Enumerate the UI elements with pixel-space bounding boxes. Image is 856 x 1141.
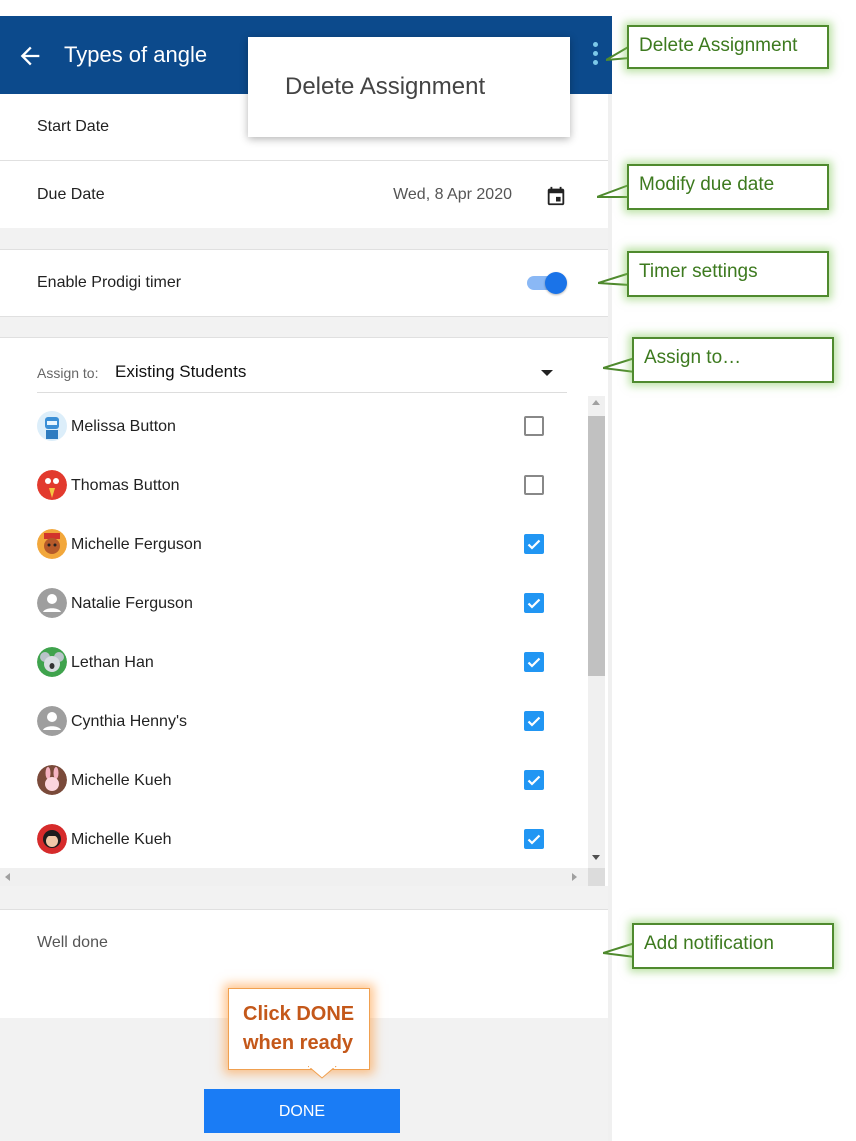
scrollbar-thumb[interactable]	[588, 416, 605, 676]
scrollbar-corner	[588, 868, 605, 886]
callout-add-notification: Add notification	[632, 923, 834, 969]
girl-avatar	[37, 824, 67, 854]
more-vert-icon[interactable]	[586, 38, 604, 74]
student-name: Michelle Ferguson	[71, 536, 202, 553]
callout-text-line2: when ready	[243, 1032, 354, 1054]
list-item[interactable]: Lethan Han	[0, 632, 588, 690]
check-icon	[527, 539, 541, 550]
callout-text-line1: Click DONE	[243, 1003, 355, 1025]
scroll-up-icon[interactable]	[592, 400, 600, 405]
due-date-value: Wed, 8 Apr 2020	[393, 186, 512, 203]
assign-to-select[interactable]: Existing Students	[115, 362, 246, 382]
list-item[interactable]: Natalie Ferguson	[0, 573, 588, 631]
select-underline	[37, 392, 567, 393]
assign-to-label: Assign to:	[37, 365, 99, 381]
scroll-right-icon[interactable]	[572, 873, 577, 881]
list-item[interactable]: Michelle Ferguson	[0, 514, 588, 572]
student-checkbox[interactable]	[524, 770, 544, 790]
section-gap	[0, 886, 608, 909]
due-date-row[interactable]: Due Date Wed, 8 Apr 2020	[0, 161, 608, 228]
list-item[interactable]: Thomas Button	[0, 455, 588, 513]
callout-text: Timer settings	[639, 261, 758, 282]
divider	[0, 337, 608, 338]
red-creature-avatar	[37, 470, 67, 500]
check-icon	[527, 834, 541, 845]
start-date-label: Start Date	[37, 118, 110, 135]
horizontal-scrollbar[interactable]	[0, 868, 588, 886]
section-gap	[0, 228, 608, 250]
timer-row: Enable Prodigi timer	[0, 250, 608, 316]
lion-avatar	[37, 529, 67, 559]
student-checkbox[interactable]	[524, 593, 544, 613]
koala-avatar	[37, 647, 67, 677]
student-name: Melissa Button	[71, 418, 176, 435]
check-icon	[527, 598, 541, 609]
student-list: Melissa Button Thomas Button Michelle Ferg…	[0, 396, 588, 868]
default-person-avatar	[37, 588, 67, 618]
list-item[interactable]: Cynthia Henny's	[0, 691, 588, 749]
arrow-left-icon[interactable]	[16, 42, 44, 70]
callout-assign-to: Assign to…	[632, 337, 834, 383]
due-date-label: Due Date	[37, 186, 105, 203]
list-item[interactable]: Michelle Kueh	[0, 809, 588, 867]
student-checkbox[interactable]	[524, 416, 544, 436]
scroll-left-icon[interactable]	[5, 873, 10, 881]
section-gap	[0, 317, 608, 337]
bunny-avatar	[37, 765, 67, 795]
student-name: Michelle Kueh	[71, 831, 172, 848]
check-icon	[527, 657, 541, 668]
page-title: Types of angle	[64, 42, 208, 67]
timer-label: Enable Prodigi timer	[37, 274, 182, 291]
callout-pointer	[308, 1066, 337, 1079]
student-checkbox[interactable]	[524, 652, 544, 672]
callout-text: Add notification	[644, 933, 774, 954]
callout-modify-due-date: Modify due date	[627, 164, 829, 210]
student-checkbox[interactable]	[524, 829, 544, 849]
student-checkbox[interactable]	[524, 475, 544, 495]
default-person-avatar	[37, 706, 67, 736]
timer-toggle[interactable]	[527, 272, 569, 294]
student-name: Cynthia Henny's	[71, 713, 187, 730]
student-name: Natalie Ferguson	[71, 595, 193, 612]
callout-text: Delete Assignment	[639, 35, 798, 56]
callout-delete-assignment: Delete Assignment	[627, 25, 829, 69]
student-name: Thomas Button	[71, 477, 180, 494]
overflow-menu: Delete Assignment	[248, 37, 570, 137]
vertical-scrollbar[interactable]	[588, 396, 605, 868]
chevron-down-icon[interactable]	[541, 370, 553, 376]
callout-timer-settings: Timer settings	[627, 251, 829, 297]
callout-text: Assign to…	[644, 347, 742, 368]
calendar-icon[interactable]	[545, 185, 567, 207]
check-icon	[527, 716, 541, 727]
list-item[interactable]: Michelle Kueh	[0, 750, 588, 808]
robot-avatar	[37, 411, 67, 441]
callout-pointer	[597, 183, 630, 198]
menu-item-delete-assignment[interactable]: Delete Assignment	[285, 73, 485, 101]
done-button[interactable]: DONE	[204, 1089, 400, 1133]
scroll-down-icon[interactable]	[592, 855, 600, 860]
student-name: Lethan Han	[71, 654, 154, 671]
student-checkbox[interactable]	[524, 711, 544, 731]
check-icon	[527, 775, 541, 786]
notification-text: Well done	[37, 934, 108, 951]
list-item[interactable]: Melissa Button	[0, 396, 588, 454]
callout-click-done: Click DONE when ready	[228, 988, 370, 1070]
callout-text: Modify due date	[639, 174, 775, 195]
student-checkbox[interactable]	[524, 534, 544, 554]
student-name: Michelle Kueh	[71, 772, 172, 789]
